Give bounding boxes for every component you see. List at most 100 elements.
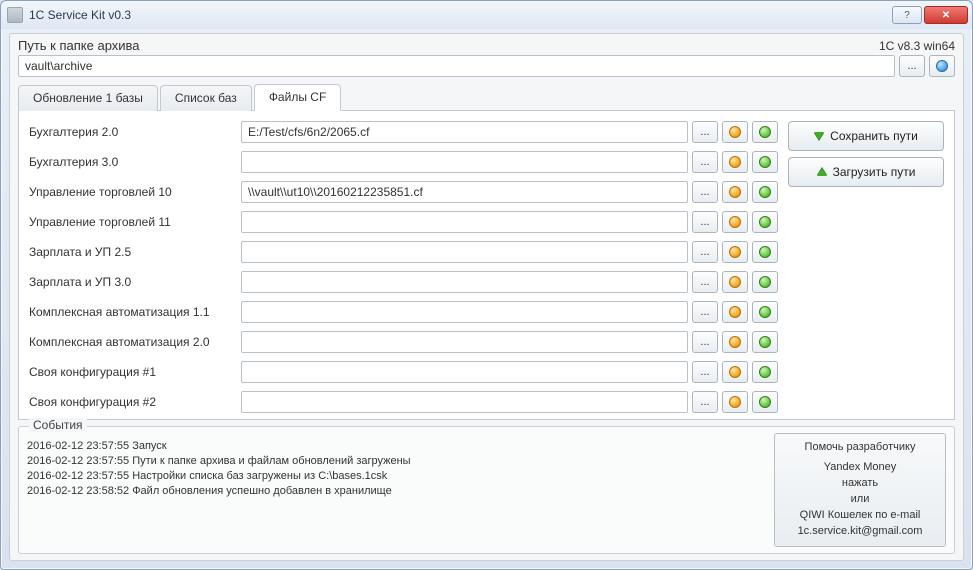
donate-line6: 1c.service.kit@gmail.com: [781, 524, 939, 540]
cf-path-input[interactable]: [241, 391, 688, 413]
add-icon: [759, 246, 771, 258]
cf-add-button[interactable]: [752, 361, 778, 383]
titlebar: 1C Service Kit v0.3 ? ✕: [1, 1, 972, 29]
cf-label: Зарплата и УП 3.0: [29, 275, 237, 289]
cf-path-input[interactable]: [241, 151, 688, 173]
cf-open-button[interactable]: [722, 211, 748, 233]
tab-cf-files[interactable]: Файлы CF: [254, 84, 341, 111]
donate-line5: QIWI Кошелек по e-mail: [781, 508, 939, 524]
cf-add-button[interactable]: [752, 241, 778, 263]
add-icon: [759, 336, 771, 348]
cf-label: Бухгалтерия 3.0: [29, 155, 237, 169]
cf-path-input[interactable]: [241, 121, 688, 143]
add-icon: [759, 216, 771, 228]
archive-network-button[interactable]: [929, 55, 955, 77]
donate-panel[interactable]: Помочь разработчику Yandex Money нажать …: [774, 433, 946, 547]
load-paths-button[interactable]: Загрузить пути: [788, 157, 944, 187]
cf-path-input[interactable]: [241, 241, 688, 263]
log-line: 2016-02-12 23:57:55 Настройки списка баз…: [27, 469, 766, 484]
tab-update-one-base[interactable]: Обновление 1 базы: [18, 85, 158, 111]
cf-add-button[interactable]: [752, 331, 778, 353]
arrow-up-icon: [817, 168, 827, 176]
cf-row: Управление торговлей 10...: [29, 181, 778, 203]
folder-icon: [729, 276, 741, 288]
help-button[interactable]: ?: [892, 6, 922, 24]
tab-base-list[interactable]: Список баз: [160, 85, 252, 111]
cf-add-button[interactable]: [752, 391, 778, 413]
cf-row: Зарплата и УП 2.5...: [29, 241, 778, 263]
cf-label: Своя конфигурация #2: [29, 395, 237, 409]
tab-panel-cf: Бухгалтерия 2.0...Бухгалтерия 3.0...Упра…: [18, 111, 955, 420]
cf-open-button[interactable]: [722, 241, 748, 263]
cf-label: Управление торговлей 10: [29, 185, 237, 199]
cf-add-button[interactable]: [752, 181, 778, 203]
cf-add-button[interactable]: [752, 211, 778, 233]
cf-open-button[interactable]: [722, 331, 748, 353]
cf-open-button[interactable]: [722, 271, 748, 293]
save-paths-button[interactable]: Сохранить пути: [788, 121, 944, 151]
close-button[interactable]: ✕: [924, 6, 968, 24]
donate-line4: или: [781, 492, 939, 508]
add-icon: [759, 186, 771, 198]
cf-browse-button[interactable]: ...: [692, 271, 718, 293]
cf-add-button[interactable]: [752, 301, 778, 323]
cf-browse-button[interactable]: ...: [692, 121, 718, 143]
cf-row: Бухгалтерия 3.0...: [29, 151, 778, 173]
app-window: 1C Service Kit v0.3 ? ✕ Путь к папке арх…: [0, 0, 973, 570]
cf-path-input[interactable]: [241, 271, 688, 293]
cf-browse-button[interactable]: ...: [692, 151, 718, 173]
cf-row: Своя конфигурация #2...: [29, 391, 778, 413]
event-log: 2016-02-12 23:57:55 Запуск2016-02-12 23:…: [27, 433, 766, 547]
cf-browse-button[interactable]: ...: [692, 361, 718, 383]
cf-label: Бухгалтерия 2.0: [29, 125, 237, 139]
cf-add-button[interactable]: [752, 151, 778, 173]
cf-browse-button[interactable]: ...: [692, 331, 718, 353]
cf-path-input[interactable]: [241, 181, 688, 203]
cf-browse-button[interactable]: ...: [692, 301, 718, 323]
cf-open-button[interactable]: [722, 301, 748, 323]
add-icon: [759, 396, 771, 408]
cf-row: Бухгалтерия 2.0...: [29, 121, 778, 143]
add-icon: [759, 126, 771, 138]
folder-icon: [729, 156, 741, 168]
cf-browse-button[interactable]: ...: [692, 391, 718, 413]
folder-icon: [729, 246, 741, 258]
cf-open-button[interactable]: [722, 121, 748, 143]
cf-row: Своя конфигурация #1...: [29, 361, 778, 383]
cf-row: Комплексная автоматизация 2.0...: [29, 331, 778, 353]
cf-add-button[interactable]: [752, 271, 778, 293]
arrow-down-icon: [814, 132, 824, 140]
cf-browse-button[interactable]: ...: [692, 181, 718, 203]
cf-browse-button[interactable]: ...: [692, 241, 718, 263]
log-line: 2016-02-12 23:57:55 Запуск: [27, 439, 766, 454]
add-icon: [759, 306, 771, 318]
cf-label: Комплексная автоматизация 2.0: [29, 335, 237, 349]
load-paths-label: Загрузить пути: [833, 165, 916, 179]
add-icon: [759, 366, 771, 378]
archive-browse-button[interactable]: ...: [899, 55, 925, 77]
version-label: 1C v8.3 win64: [879, 39, 955, 53]
cf-open-button[interactable]: [722, 391, 748, 413]
cf-open-button[interactable]: [722, 361, 748, 383]
cf-path-input[interactable]: [241, 211, 688, 233]
cf-add-button[interactable]: [752, 121, 778, 143]
content: Путь к папке архива 1C v8.3 win64 ... Об…: [9, 33, 964, 561]
cf-label: Комплексная автоматизация 1.1: [29, 305, 237, 319]
log-line: 2016-02-12 23:57:55 Пути к папке архива …: [27, 454, 766, 469]
cf-row: Зарплата и УП 3.0...: [29, 271, 778, 293]
cf-open-button[interactable]: [722, 181, 748, 203]
log-line: 2016-02-12 23:58:52 Файл обновления успе…: [27, 484, 766, 499]
cf-label: Управление торговлей 11: [29, 215, 237, 229]
archive-path-input[interactable]: [18, 55, 895, 77]
window-title: 1C Service Kit v0.3: [29, 8, 892, 22]
cf-path-input[interactable]: [241, 331, 688, 353]
cf-label: Зарплата и УП 2.5: [29, 245, 237, 259]
cf-label: Своя конфигурация #1: [29, 365, 237, 379]
folder-icon: [729, 186, 741, 198]
cf-open-button[interactable]: [722, 151, 748, 173]
add-icon: [759, 156, 771, 168]
cf-path-input[interactable]: [241, 361, 688, 383]
cf-browse-button[interactable]: ...: [692, 211, 718, 233]
cf-path-input[interactable]: [241, 301, 688, 323]
events-group: События 2016-02-12 23:57:55 Запуск2016-0…: [18, 426, 955, 554]
